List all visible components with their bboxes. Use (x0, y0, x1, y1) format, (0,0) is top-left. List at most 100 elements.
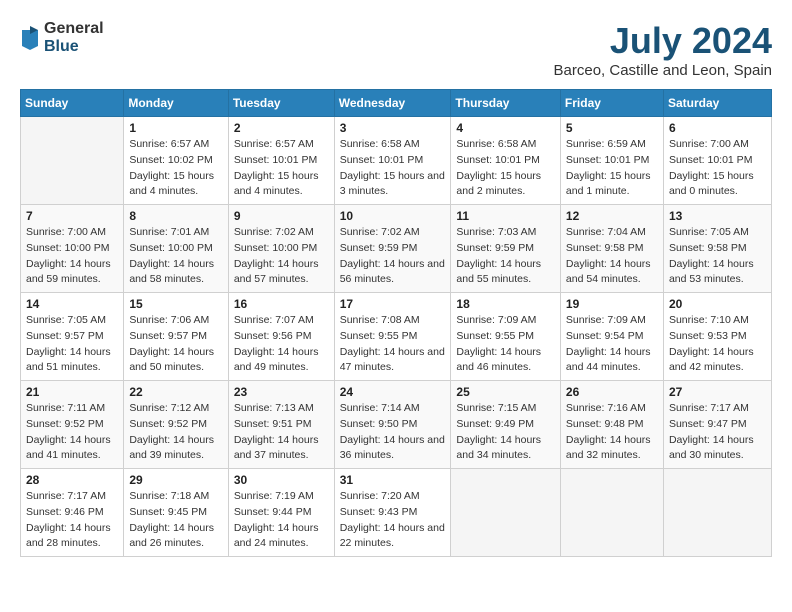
day-info: Sunrise: 7:03 AMSunset: 9:59 PMDaylight:… (456, 225, 555, 288)
week-row-4: 21 Sunrise: 7:11 AMSunset: 9:52 PMDayligh… (21, 381, 772, 469)
day-info: Sunrise: 7:04 AMSunset: 9:58 PMDaylight:… (566, 225, 658, 288)
day-info: Sunrise: 6:58 AMSunset: 10:01 PMDaylight… (340, 137, 446, 200)
day-cell: 19Sunrise: 7:09 AMSunset: 9:54 PMDayligh… (560, 293, 663, 381)
day-cell: 26 Sunrise: 7:16 AMSunset: 9:48 PMDayligh… (560, 381, 663, 469)
day-number: 24 (340, 385, 446, 399)
day-number: 18 (456, 297, 555, 311)
logo-icon (20, 26, 40, 50)
header-wednesday: Wednesday (334, 90, 451, 117)
day-number: 17 (340, 297, 446, 311)
day-info: Sunrise: 7:15 AMSunset: 9:49 PMDaylight:… (456, 401, 555, 464)
day-cell (663, 469, 771, 557)
day-info: Sunrise: 7:01 AMSunset: 10:00 PMDaylight… (129, 225, 222, 288)
day-number: 31 (340, 473, 446, 487)
header-row: SundayMondayTuesdayWednesdayThursdayFrid… (21, 90, 772, 117)
day-info: Sunrise: 7:05 AMSunset: 9:57 PMDaylight:… (26, 313, 118, 376)
day-number: 3 (340, 121, 446, 135)
day-cell: 29 Sunrise: 7:18 AMSunset: 9:45 PMDayligh… (124, 469, 228, 557)
day-info: Sunrise: 7:08 AMSunset: 9:55 PMDaylight:… (340, 313, 446, 376)
day-info: Sunrise: 7:05 AMSunset: 9:58 PMDaylight:… (669, 225, 766, 288)
day-info: Sunrise: 7:02 AMSunset: 10:00 PMDaylight… (234, 225, 329, 288)
day-info: Sunrise: 7:20 AMSunset: 9:43 PMDaylight:… (340, 489, 446, 552)
day-number: 30 (234, 473, 329, 487)
day-cell: 18 Sunrise: 7:09 AMSunset: 9:55 PMDayligh… (451, 293, 561, 381)
week-row-2: 7 Sunrise: 7:00 AMSunset: 10:00 PMDayligh… (21, 205, 772, 293)
header-saturday: Saturday (663, 90, 771, 117)
day-cell (451, 469, 561, 557)
day-info: Sunrise: 7:09 AMSunset: 9:55 PMDaylight:… (456, 313, 555, 376)
day-info: Sunrise: 7:13 AMSunset: 9:51 PMDaylight:… (234, 401, 329, 464)
day-info: Sunrise: 7:12 AMSunset: 9:52 PMDaylight:… (129, 401, 222, 464)
day-info: Sunrise: 7:06 AMSunset: 9:57 PMDaylight:… (129, 313, 222, 376)
day-number: 16 (234, 297, 329, 311)
day-cell: 7 Sunrise: 7:00 AMSunset: 10:00 PMDayligh… (21, 205, 124, 293)
calendar-subtitle: Barceo, Castille and Leon, Spain (554, 62, 772, 79)
header-monday: Monday (124, 90, 228, 117)
day-cell: 3 Sunrise: 6:58 AMSunset: 10:01 PMDayligh… (334, 117, 451, 205)
day-info: Sunrise: 7:19 AMSunset: 9:44 PMDaylight:… (234, 489, 329, 552)
day-cell: 12 Sunrise: 7:04 AMSunset: 9:58 PMDayligh… (560, 205, 663, 293)
day-number: 25 (456, 385, 555, 399)
day-number: 4 (456, 121, 555, 135)
week-row-5: 28 Sunrise: 7:17 AMSunset: 9:46 PMDayligh… (21, 469, 772, 557)
day-cell: 2Sunrise: 6:57 AMSunset: 10:01 PMDayligh… (228, 117, 334, 205)
day-number: 8 (129, 209, 222, 223)
day-number: 21 (26, 385, 118, 399)
week-row-1: 1 Sunrise: 6:57 AMSunset: 10:02 PMDayligh… (21, 117, 772, 205)
day-cell (560, 469, 663, 557)
day-cell: 4 Sunrise: 6:58 AMSunset: 10:01 PMDayligh… (451, 117, 561, 205)
day-cell: 10 Sunrise: 7:02 AMSunset: 9:59 PMDayligh… (334, 205, 451, 293)
day-number: 14 (26, 297, 118, 311)
day-info: Sunrise: 7:00 AMSunset: 10:00 PMDaylight… (26, 225, 118, 288)
day-number: 9 (234, 209, 329, 223)
day-info: Sunrise: 7:10 AMSunset: 9:53 PMDaylight:… (669, 313, 766, 376)
title-block: July 2024 Barceo, Castille and Leon, Spa… (554, 20, 772, 79)
day-cell: 17 Sunrise: 7:08 AMSunset: 9:55 PMDayligh… (334, 293, 451, 381)
page-header: General Blue July 2024 Barceo, Castille … (20, 20, 772, 79)
day-info: Sunrise: 7:17 AMSunset: 9:46 PMDaylight:… (26, 489, 118, 552)
day-cell: 1 Sunrise: 6:57 AMSunset: 10:02 PMDayligh… (124, 117, 228, 205)
day-cell: 27Sunrise: 7:17 AMSunset: 9:47 PMDayligh… (663, 381, 771, 469)
logo: General Blue (20, 20, 104, 55)
day-number: 10 (340, 209, 446, 223)
day-number: 5 (566, 121, 658, 135)
day-cell: 20Sunrise: 7:10 AMSunset: 9:53 PMDayligh… (663, 293, 771, 381)
day-cell: 25 Sunrise: 7:15 AMSunset: 9:49 PMDayligh… (451, 381, 561, 469)
day-number: 7 (26, 209, 118, 223)
header-thursday: Thursday (451, 90, 561, 117)
day-cell: 11 Sunrise: 7:03 AMSunset: 9:59 PMDayligh… (451, 205, 561, 293)
day-number: 23 (234, 385, 329, 399)
day-number: 13 (669, 209, 766, 223)
day-cell: 22 Sunrise: 7:12 AMSunset: 9:52 PMDayligh… (124, 381, 228, 469)
day-cell: 13 Sunrise: 7:05 AMSunset: 9:58 PMDayligh… (663, 205, 771, 293)
header-friday: Friday (560, 90, 663, 117)
day-cell: 30 Sunrise: 7:19 AMSunset: 9:44 PMDayligh… (228, 469, 334, 557)
day-cell: 24Sunrise: 7:14 AMSunset: 9:50 PMDayligh… (334, 381, 451, 469)
calendar-table: SundayMondayTuesdayWednesdayThursdayFrid… (20, 89, 772, 557)
day-cell: 31 Sunrise: 7:20 AMSunset: 9:43 PMDayligh… (334, 469, 451, 557)
day-number: 19 (566, 297, 658, 311)
day-number: 1 (129, 121, 222, 135)
day-info: Sunrise: 6:58 AMSunset: 10:01 PMDaylight… (456, 137, 555, 200)
day-cell: 16 Sunrise: 7:07 AMSunset: 9:56 PMDayligh… (228, 293, 334, 381)
header-sunday: Sunday (21, 90, 124, 117)
day-number: 28 (26, 473, 118, 487)
day-number: 27 (669, 385, 766, 399)
day-info: Sunrise: 6:59 AMSunset: 10:01 PMDaylight… (566, 137, 658, 200)
day-info: Sunrise: 7:07 AMSunset: 9:56 PMDaylight:… (234, 313, 329, 376)
day-number: 29 (129, 473, 222, 487)
day-number: 26 (566, 385, 658, 399)
day-cell: 6Sunrise: 7:00 AMSunset: 10:01 PMDayligh… (663, 117, 771, 205)
day-info: Sunrise: 6:57 AMSunset: 10:02 PMDaylight… (129, 137, 222, 200)
day-number: 22 (129, 385, 222, 399)
day-cell: 21 Sunrise: 7:11 AMSunset: 9:52 PMDayligh… (21, 381, 124, 469)
day-info: Sunrise: 7:11 AMSunset: 9:52 PMDaylight:… (26, 401, 118, 464)
day-info: Sunrise: 7:02 AMSunset: 9:59 PMDaylight:… (340, 225, 446, 288)
day-number: 6 (669, 121, 766, 135)
day-info: Sunrise: 7:16 AMSunset: 9:48 PMDaylight:… (566, 401, 658, 464)
header-tuesday: Tuesday (228, 90, 334, 117)
day-number: 12 (566, 209, 658, 223)
day-cell: 5 Sunrise: 6:59 AMSunset: 10:01 PMDayligh… (560, 117, 663, 205)
day-number: 11 (456, 209, 555, 223)
day-info: Sunrise: 7:18 AMSunset: 9:45 PMDaylight:… (129, 489, 222, 552)
